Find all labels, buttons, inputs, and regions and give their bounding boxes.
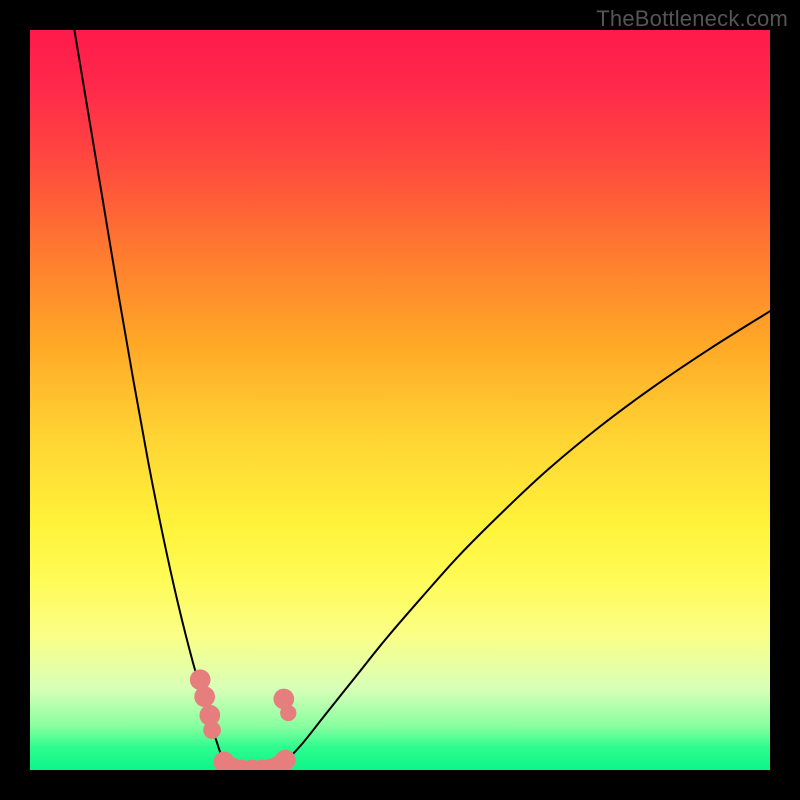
attribution-text: TheBottleneck.com bbox=[596, 6, 788, 32]
chart-frame: TheBottleneck.com bbox=[0, 0, 800, 800]
data-marker bbox=[203, 721, 221, 739]
plot-area bbox=[30, 30, 770, 770]
bottleneck-curve bbox=[74, 30, 770, 770]
data-marker bbox=[275, 750, 296, 770]
curve-svg bbox=[30, 30, 770, 770]
data-marker bbox=[280, 705, 296, 721]
data-marker bbox=[194, 686, 215, 707]
